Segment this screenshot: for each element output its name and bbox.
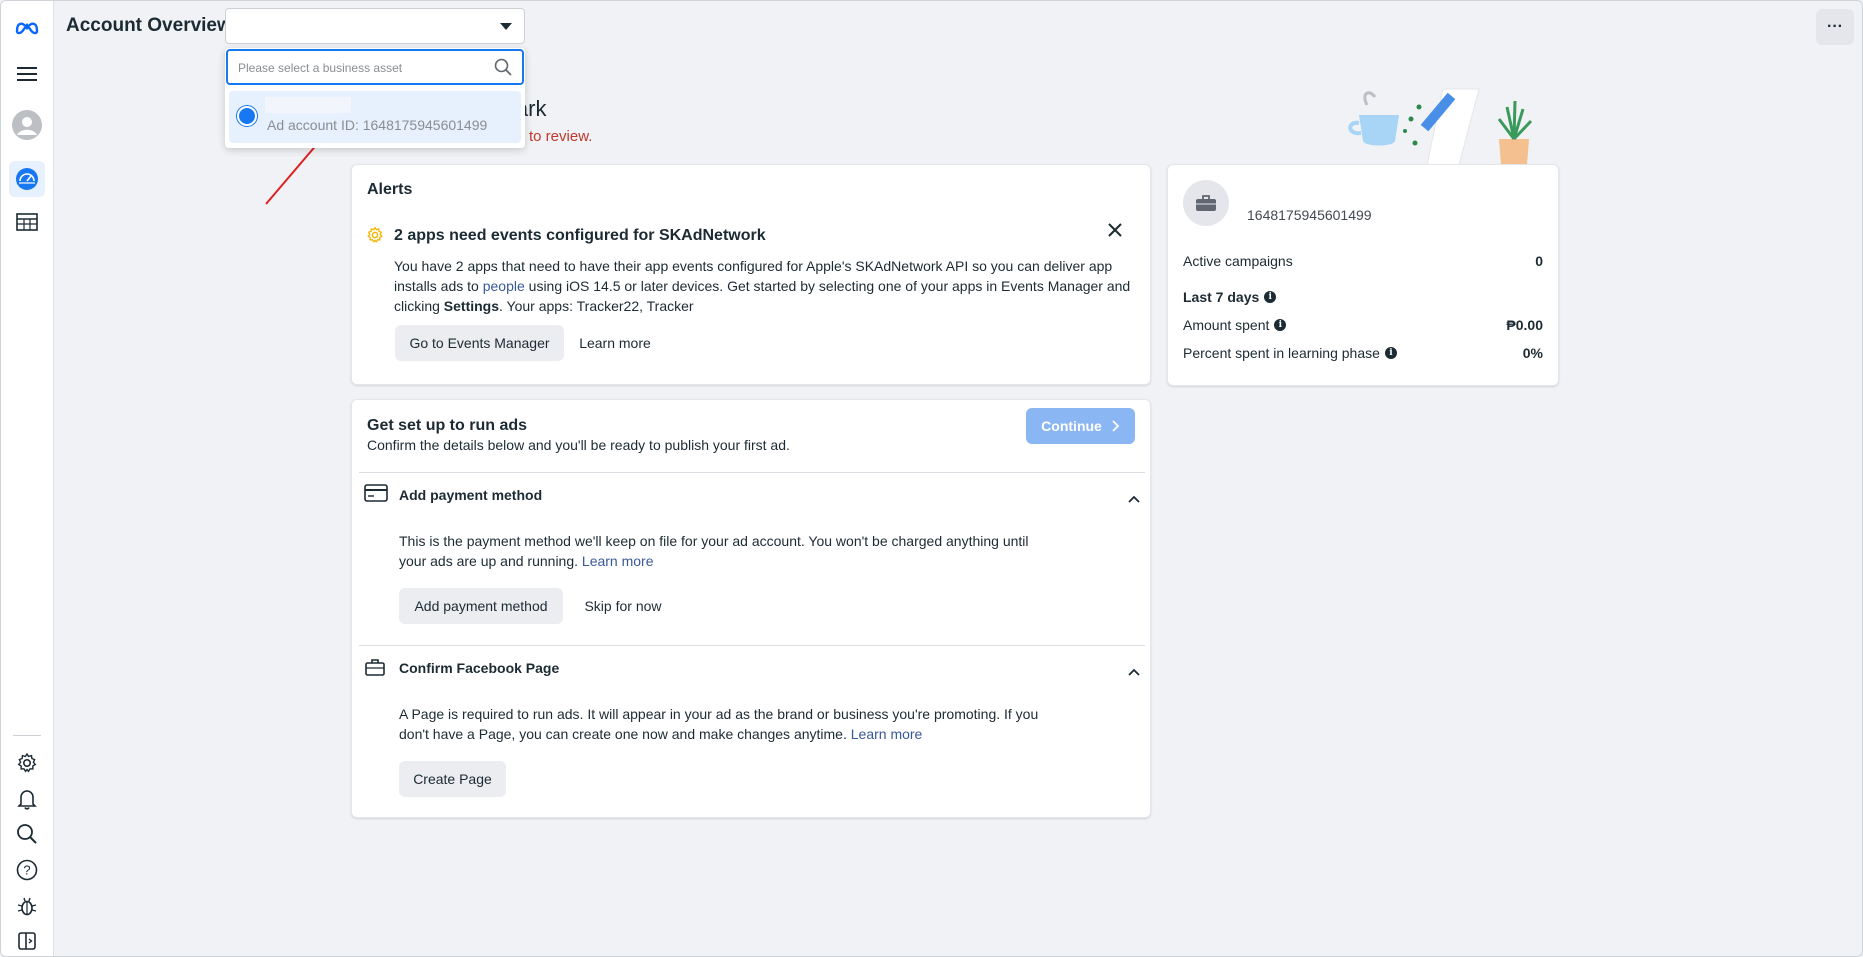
setup-subtitle: Confirm the details below and you'll be … <box>367 437 790 453</box>
page-title: Account Overview <box>66 15 232 36</box>
create-page-button[interactable]: Create Page <box>399 761 506 797</box>
payment-section-body: This is the payment method we'll keep on… <box>399 531 1039 571</box>
payment-learn-more-link[interactable]: Learn more <box>582 553 654 569</box>
amount-spent-label: Amount spent i <box>1183 317 1287 333</box>
alerts-card: Alerts 2 apps need events configured for… <box>351 164 1151 385</box>
learn-more-button[interactable]: Learn more <box>570 325 660 361</box>
section-divider <box>359 645 1145 646</box>
meta-logo-icon[interactable] <box>9 9 45 45</box>
account-select[interactable] <box>225 8 525 44</box>
amount-spent-text: Amount spent <box>1183 317 1270 333</box>
left-nav-rail: ? <box>1 1 54 956</box>
active-campaigns-label: Active campaigns <box>1183 253 1293 269</box>
alert-body-text: . Your apps: Tracker22, Tracker <box>499 298 694 314</box>
page-section-title: Confirm Facebook Page <box>399 660 560 676</box>
alert-body: You have 2 apps that need to have their … <box>394 256 1134 316</box>
continue-button[interactable]: Continue <box>1026 408 1135 444</box>
page-learn-more-link[interactable]: Learn more <box>851 726 923 742</box>
page-body-text: A Page is required to run ads. It will a… <box>399 706 1039 742</box>
alert-gear-icon <box>366 226 384 249</box>
learning-phase-label: Percent spent in learning phase i <box>1183 345 1397 361</box>
alert-title: 2 apps need events configured for SKAdNe… <box>394 227 766 244</box>
payment-section-title: Add payment method <box>399 487 543 503</box>
continue-label: Continue <box>1041 418 1102 434</box>
briefcase-icon <box>364 658 386 681</box>
search-icon <box>494 58 512 81</box>
section-divider <box>359 472 1145 473</box>
active-campaigns-text: Active campaigns <box>1183 253 1293 269</box>
account-dropdown-panel: Ad account ID: 1648175945601499 <box>225 48 525 148</box>
more-options-button[interactable]: ··· <box>1816 9 1854 45</box>
add-payment-method-button[interactable]: Add payment method <box>399 588 563 624</box>
redacted-account-name <box>265 97 351 113</box>
bug-icon[interactable] <box>9 888 45 924</box>
alerts-title: Alerts <box>367 181 413 198</box>
review-link[interactable]: to review. <box>529 128 592 145</box>
desk-illustration <box>1348 88 1533 165</box>
dashboard-icon[interactable] <box>9 161 45 197</box>
skip-for-now-button[interactable]: Skip for now <box>573 588 673 624</box>
chevron-up-icon[interactable] <box>1128 490 1140 508</box>
page-section-body: A Page is required to run ads. It will a… <box>399 704 1039 744</box>
setup-card: Get set up to run ads Confirm the detail… <box>351 399 1151 818</box>
svg-text:?: ? <box>23 863 30 878</box>
chevron-up-icon[interactable] <box>1128 663 1140 681</box>
settings-icon[interactable] <box>9 745 45 781</box>
setup-title: Get set up to run ads <box>367 417 528 434</box>
learning-phase-text: Percent spent in learning phase <box>1183 345 1380 361</box>
ad-account-option[interactable]: Ad account ID: 1648175945601499 <box>229 91 521 143</box>
info-icon[interactable]: i <box>1264 291 1277 303</box>
payment-body-text: This is the payment method we'll keep on… <box>399 533 1029 569</box>
rail-divider <box>13 735 41 736</box>
chevron-down-icon <box>500 23 512 30</box>
active-campaigns-value: 0 <box>1535 253 1543 269</box>
go-to-events-manager-button[interactable]: Go to Events Manager <box>395 325 564 361</box>
sidebar-toggle-icon[interactable] <box>9 923 45 956</box>
account-id: 1648175945601499 <box>1247 207 1372 223</box>
people-link[interactable]: people <box>483 278 525 294</box>
asset-search-input[interactable] <box>238 58 478 78</box>
radio-selected-icon[interactable] <box>237 106 257 126</box>
info-icon[interactable]: i <box>1384 347 1397 359</box>
last-7-days-text: Last 7 days <box>1183 289 1260 305</box>
chevron-right-icon <box>1112 420 1120 432</box>
alert-body-bold: Settings <box>443 298 500 314</box>
search-icon[interactable] <box>9 816 45 852</box>
info-icon[interactable]: i <box>1274 319 1287 331</box>
briefcase-icon <box>1183 180 1229 226</box>
menu-icon[interactable] <box>9 56 45 92</box>
account-summary-card: 1648175945601499 Active campaigns 0 Last… <box>1167 164 1559 386</box>
table-icon[interactable] <box>9 204 45 240</box>
asset-search-field[interactable] <box>226 49 524 85</box>
ad-account-id-label: Ad account ID: 1648175945601499 <box>267 117 488 133</box>
app-window: ? Account Overview ··· lark to review. A… <box>0 0 1863 957</box>
last-7-days-label: Last 7 days i <box>1183 289 1277 305</box>
bell-icon[interactable] <box>9 781 45 817</box>
amount-spent-value: ₱0.00 <box>1506 317 1543 333</box>
credit-card-icon <box>364 484 388 507</box>
help-icon[interactable]: ? <box>9 852 45 888</box>
close-icon[interactable] <box>1108 223 1122 242</box>
avatar-icon[interactable] <box>9 107 45 143</box>
learning-phase-value: 0% <box>1522 345 1543 361</box>
